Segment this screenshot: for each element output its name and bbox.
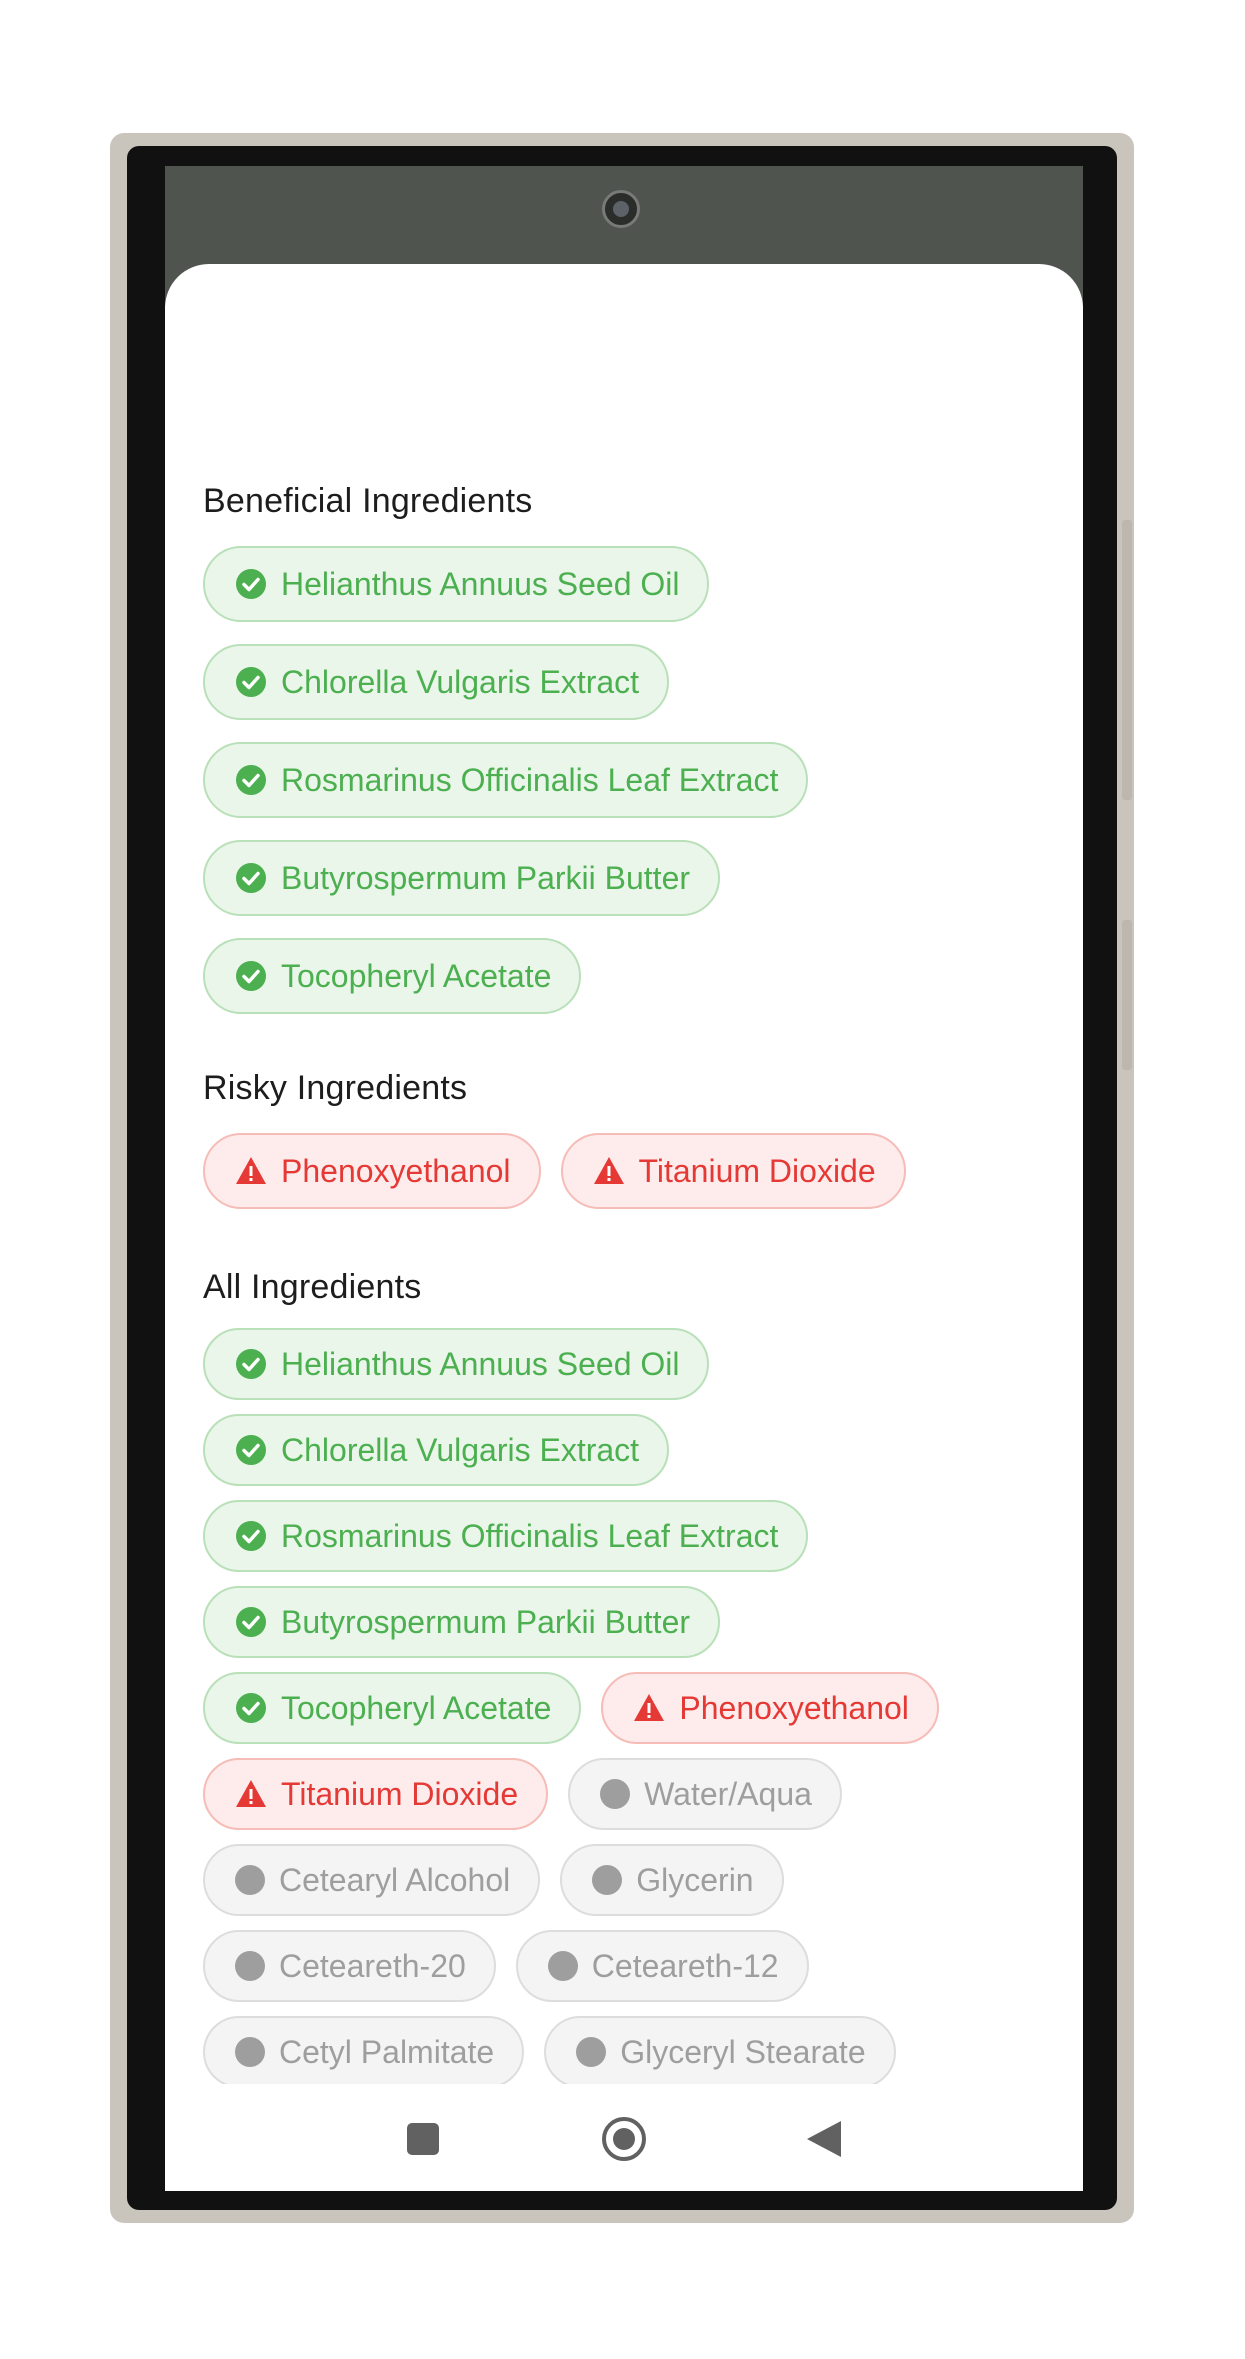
ingredient-label: Ceteareth-12: [591, 1947, 779, 1984]
ingredient-chip[interactable]: Titanium Dioxide: [203, 1758, 549, 1830]
power-button: [1122, 920, 1132, 1070]
all-ingredients-list: Helianthus Annuus Seed Oil Chlorella Vulg…: [203, 1328, 1003, 2084]
dot-icon: [235, 1951, 265, 1981]
ingredient-chip[interactable]: Glycerin: [560, 1844, 784, 1916]
ingredient-chip[interactable]: Titanium Dioxide: [560, 1133, 906, 1209]
recents-square-icon[interactable]: [398, 2114, 448, 2164]
front-camera-icon: [602, 190, 640, 228]
ingredient-label: Butyrospermum Parkii Butter: [281, 1603, 691, 1640]
risky-section-title: Risky Ingredients: [203, 1069, 468, 1107]
ingredient-chip[interactable]: Rosmarinus Officinalis Leaf Extract: [203, 1500, 809, 1572]
ingredient-label: Glycerin: [636, 1861, 754, 1898]
ingredient-chip[interactable]: Rosmarinus Officinalis Leaf Extract: [203, 742, 809, 818]
ingredient-label: Butyrospermum Parkii Butter: [281, 859, 691, 896]
dot-icon: [600, 1779, 631, 1809]
ingredient-chip[interactable]: Chlorella Vulgaris Extract: [203, 1414, 670, 1486]
check-circle-icon: [235, 1606, 267, 1638]
dot-icon: [592, 1865, 623, 1895]
check-circle-icon: [235, 1434, 267, 1466]
ingredient-label: Tocopheryl Acetate: [281, 957, 552, 994]
ingredient-chip[interactable]: Butyrospermum Parkii Butter: [203, 840, 721, 916]
check-circle-icon: [235, 862, 267, 894]
beneficial-section-title: Beneficial Ingredients: [203, 482, 533, 520]
ingredient-label: Rosmarinus Officinalis Leaf Extract: [281, 1517, 779, 1554]
ingredient-label: Ceteareth-20: [279, 1947, 466, 1984]
ingredient-chip[interactable]: Phenoxyethanol: [601, 1672, 939, 1744]
ingredient-label: Cetyl Palmitate: [279, 2033, 495, 2070]
check-circle-icon: [235, 568, 267, 600]
warning-triangle-icon: [633, 1692, 665, 1724]
risky-ingredients-list: Phenoxyethanol Titanium Dioxide: [203, 1133, 1043, 1209]
ingredient-chip[interactable]: Helianthus Annuus Seed Oil: [203, 546, 710, 622]
dot-icon: [576, 2037, 607, 2067]
ingredient-label: Rosmarinus Officinalis Leaf Extract: [281, 761, 779, 798]
check-circle-icon: [235, 1348, 267, 1380]
screen: Beneficial Ingredients Helianthus Annuus…: [165, 166, 1083, 2191]
back-triangle-icon[interactable]: [799, 2114, 849, 2164]
check-circle-icon: [235, 1520, 267, 1552]
dot-icon: [547, 1951, 578, 1981]
ingredient-label: Glyceryl Stearate: [620, 2033, 866, 2070]
ingredient-label: Tocopheryl Acetate: [281, 1689, 552, 1726]
check-circle-icon: [235, 764, 267, 796]
warning-triangle-icon: [235, 1155, 267, 1187]
ingredient-label: Helianthus Annuus Seed Oil: [281, 1345, 680, 1382]
ingredient-chip[interactable]: Glyceryl Stearate: [544, 2016, 896, 2084]
home-circle-icon[interactable]: [599, 2114, 649, 2164]
ingredient-chip[interactable]: Cetearyl Alcohol: [203, 1844, 541, 1916]
ingredient-label: Phenoxyethanol: [679, 1689, 909, 1726]
volume-button: [1122, 520, 1132, 800]
ingredient-chip[interactable]: Butyrospermum Parkii Butter: [203, 1586, 721, 1658]
warning-triangle-icon: [593, 1155, 625, 1187]
ingredient-label: Helianthus Annuus Seed Oil: [281, 565, 680, 602]
ingredient-label: Water/Aqua: [644, 1775, 812, 1812]
beneficial-ingredients-list: Helianthus Annuus Seed Oil Chlorella Vulg…: [203, 546, 1043, 1014]
check-circle-icon: [235, 666, 267, 698]
ingredient-label: Titanium Dioxide: [638, 1152, 876, 1189]
ingredient-chip[interactable]: Helianthus Annuus Seed Oil: [203, 1328, 710, 1400]
ingredient-label: Phenoxyethanol: [281, 1152, 511, 1189]
ingredient-chip[interactable]: Tocopheryl Acetate: [203, 1672, 582, 1744]
status-bar: [165, 166, 1083, 246]
ingredient-label: Chlorella Vulgaris Extract: [281, 1431, 640, 1468]
all-section-title: All Ingredients: [203, 1268, 422, 1306]
ingredient-chip[interactable]: Phenoxyethanol: [203, 1133, 541, 1209]
ingredient-label: Cetearyl Alcohol: [279, 1861, 511, 1898]
ingredient-chip[interactable]: Cetyl Palmitate: [203, 2016, 525, 2084]
check-circle-icon: [235, 1692, 267, 1724]
check-circle-icon: [235, 960, 267, 992]
ingredient-label: Titanium Dioxide: [281, 1775, 519, 1812]
navigation-bar: [165, 2084, 1083, 2191]
ingredient-chip[interactable]: Ceteareth-20: [203, 1930, 496, 2002]
ingredient-chip[interactable]: Water/Aqua: [568, 1758, 842, 1830]
dot-icon: [235, 1865, 265, 1895]
ingredient-chip[interactable]: Chlorella Vulgaris Extract: [203, 644, 670, 720]
warning-triangle-icon: [235, 1778, 267, 1810]
ingredient-chip[interactable]: Tocopheryl Acetate: [203, 938, 582, 1014]
dot-icon: [235, 2037, 265, 2067]
ingredient-label: Chlorella Vulgaris Extract: [281, 663, 640, 700]
ingredients-sheet[interactable]: Beneficial Ingredients Helianthus Annuus…: [165, 264, 1083, 2084]
ingredient-chip[interactable]: Ceteareth-12: [515, 1930, 809, 2002]
